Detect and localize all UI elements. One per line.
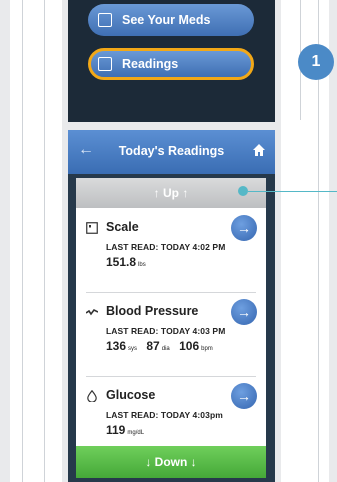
unit: bpm (201, 346, 213, 352)
annotation-dot (238, 186, 248, 196)
unit: dia (161, 346, 170, 352)
value: 136 (106, 339, 127, 353)
left-rail (10, 0, 62, 482)
screen-title: Today's Readings (118, 144, 225, 158)
divider (86, 292, 256, 293)
last-read-text: LAST READ: TODAY 4:03pm (106, 410, 223, 420)
reading-name: Blood Pressure (106, 304, 199, 318)
reading-values: 151.8 lbs (106, 255, 152, 269)
value: 119 (106, 423, 126, 437)
unit: mg/dL (127, 430, 145, 436)
scroll-down-button[interactable]: ↓ Down ↓ (76, 446, 266, 478)
rail-line (44, 0, 45, 482)
reading-name: Glucose (106, 388, 156, 402)
open-reading-button[interactable]: → (231, 215, 257, 241)
clipboard-icon (98, 57, 112, 71)
reading-name: Scale (106, 220, 139, 234)
callout-badge: 1 (298, 44, 334, 80)
reading-values: 136 sys 87 dia 106 bpm (106, 339, 219, 353)
unit: sys (128, 346, 138, 352)
pill-box-icon (98, 13, 112, 27)
rail-line (22, 0, 23, 482)
drop-icon (87, 390, 97, 402)
last-read-text: LAST READ: TODAY 4:03 PM (106, 326, 226, 336)
value: 106 (179, 339, 200, 353)
scale-icon (86, 222, 98, 234)
reading-values: 119 mg/dL (106, 423, 150, 437)
open-reading-button[interactable]: → (231, 299, 257, 325)
title-bar: ← Today's Readings (68, 130, 275, 174)
see-your-meds-button[interactable]: See Your Meds (88, 4, 254, 36)
unit: lbs (138, 262, 146, 268)
value: 87 (146, 339, 160, 353)
reading-item-glucose[interactable]: Glucose → LAST READ: TODAY 4:03pm 119 mg/… (76, 380, 266, 454)
readings-label: Readings (122, 57, 179, 71)
pulse-icon (86, 308, 98, 316)
last-read-text: LAST READ: TODAY 4:02 PM (106, 242, 226, 252)
divider (86, 376, 256, 377)
reading-item-blood-pressure[interactable]: Blood Pressure → LAST READ: TODAY 4:03 P… (76, 296, 266, 370)
top-device-screen: See Your Meds Readings (68, 0, 275, 122)
device-screen: ← Today's Readings ↑ Up ↑ Scale → LAST R… (68, 130, 275, 482)
readings-button[interactable]: Readings (88, 48, 254, 80)
open-reading-button[interactable]: → (231, 383, 257, 409)
reading-item-scale[interactable]: Scale → LAST READ: TODAY 4:02 PM 151.8 lb… (76, 212, 266, 286)
see-your-meds-label: See Your Meds (122, 13, 211, 27)
annotation-leader-line (248, 191, 337, 192)
value: 151.8 (106, 255, 137, 269)
home-icon[interactable] (253, 144, 265, 156)
readings-panel: ↑ Up ↑ Scale → LAST READ: TODAY 4:02 PM … (76, 178, 266, 478)
